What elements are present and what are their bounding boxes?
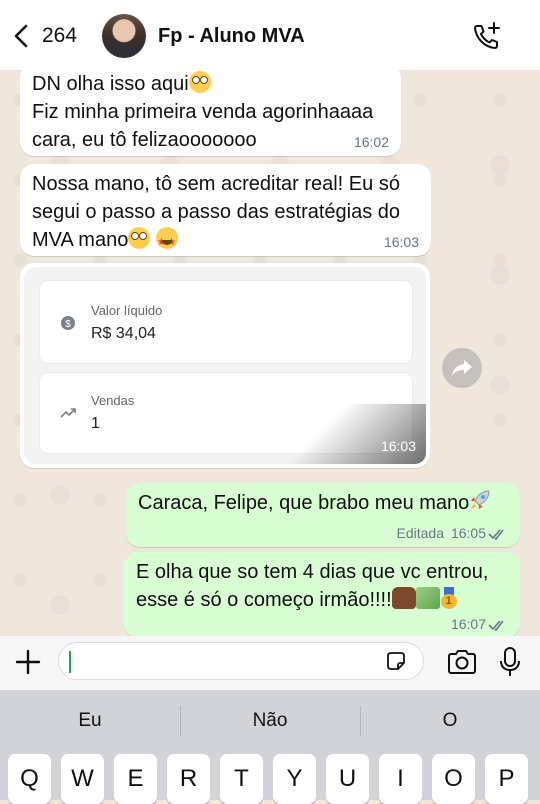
message-line: Fiz minha primeira venda agorinhaaaa	[32, 101, 374, 123]
camera-icon[interactable]	[446, 648, 478, 676]
image-shade	[286, 404, 426, 464]
flushed-face-emoji	[128, 227, 151, 249]
key-w[interactable]: W	[61, 754, 104, 804]
unread-count[interactable]: 264	[42, 24, 77, 48]
message-line: segui o passo a passo das estratégias do	[32, 201, 401, 223]
sales-screenshot-image[interactable]: $ Valor líquido R$ 34,04 Vendas 1 16:03	[24, 267, 426, 464]
edited-label: Editada	[396, 525, 444, 541]
rocket-emoji	[471, 490, 490, 509]
key-i[interactable]: I	[379, 754, 422, 804]
net-value-amount: R$ 34,04	[91, 325, 156, 342]
money-with-wings-emoji	[415, 587, 440, 609]
chat-header: 264 Fp - Aluno MVA	[0, 0, 540, 70]
message-line: esse é só o começo irmão!!!!	[136, 589, 392, 611]
message-bubble-incoming[interactable]: DN olha isso aqui Fiz minha primeira ven…	[20, 64, 401, 156]
forward-icon	[452, 360, 472, 376]
message-line: MVA mano	[32, 229, 129, 251]
svg-text:$: $	[65, 319, 71, 330]
message-line: DN olha isso aqui	[32, 73, 189, 95]
divider	[180, 706, 181, 736]
key-o[interactable]: O	[432, 754, 475, 804]
message-line: Caraca, Felipe, que brabo meu mano	[138, 492, 470, 514]
message-time: 16:03	[380, 438, 416, 454]
star-struck-emoji	[155, 227, 178, 257]
text-caret	[69, 651, 71, 673]
key-r[interactable]: R	[167, 754, 210, 804]
plus-icon[interactable]	[14, 648, 42, 676]
trend-icon	[60, 408, 76, 418]
image-message-bubble[interactable]: $ Valor líquido R$ 34,04 Vendas 1 16:03	[20, 263, 430, 468]
sales-count: 1	[91, 415, 100, 432]
message-input-bar	[0, 636, 540, 690]
sticker-icon[interactable]	[385, 650, 407, 672]
raising-hands-emoji	[391, 587, 416, 609]
double-check-icon	[488, 620, 504, 632]
message-line: E olha que so tem 4 dias que vc entrou,	[136, 561, 489, 583]
message-text: E olha que so tem 4 dias que vc entrou, …	[136, 558, 488, 614]
key-y[interactable]: Y	[273, 754, 316, 804]
net-value-card: $ Valor líquido R$ 34,04	[40, 281, 412, 363]
forward-button[interactable]	[442, 348, 482, 388]
suggestion-item[interactable]: O	[390, 710, 510, 732]
message-time: 16:05	[450, 525, 486, 541]
call-add-icon[interactable]	[470, 20, 504, 54]
keyboard: Eu Não O Q W E R T Y U I O P	[0, 690, 540, 804]
message-input[interactable]	[58, 642, 424, 680]
net-value-label: Valor líquido	[91, 303, 163, 318]
back-icon[interactable]	[12, 24, 32, 48]
key-t[interactable]: T	[220, 754, 263, 804]
key-p[interactable]: P	[485, 754, 528, 804]
double-check-icon	[488, 529, 504, 541]
divider	[360, 706, 361, 736]
message-text: DN olha isso aqui Fiz minha primeira ven…	[32, 70, 373, 154]
message-time: 16:02	[353, 134, 389, 150]
avatar[interactable]	[102, 14, 146, 58]
key-e[interactable]: E	[114, 754, 157, 804]
message-time: 16:03	[383, 234, 419, 250]
message-line: Nossa mano, tô sem acreditar real! Eu só	[32, 173, 400, 195]
flushed-face-emoji	[188, 71, 211, 93]
message-bubble-outgoing[interactable]: E olha que so tem 4 dias que vc entrou, …	[124, 552, 520, 638]
gold-medal-emoji	[440, 587, 458, 609]
mic-icon[interactable]	[498, 646, 522, 678]
message-text: Nossa mano, tô sem acreditar real! Eu só…	[32, 170, 401, 257]
key-q[interactable]: Q	[8, 754, 51, 804]
money-icon: $	[61, 316, 75, 330]
message-bubble-outgoing[interactable]: Caraca, Felipe, que brabo meu mano Edita…	[126, 483, 520, 547]
contact-name[interactable]: Fp - Aluno MVA	[158, 25, 305, 48]
suggestion-item[interactable]: Eu	[30, 710, 150, 732]
sales-label: Vendas	[91, 393, 135, 408]
message-bubble-incoming[interactable]: Nossa mano, tô sem acreditar real! Eu só…	[20, 164, 431, 257]
key-u[interactable]: U	[326, 754, 369, 804]
message-line: cara, eu tô felizaooooooo	[32, 129, 257, 151]
message-time: 16:07	[450, 616, 486, 632]
message-text: Caraca, Felipe, que brabo meu mano	[138, 489, 491, 517]
suggestion-item[interactable]: Não	[210, 710, 330, 732]
